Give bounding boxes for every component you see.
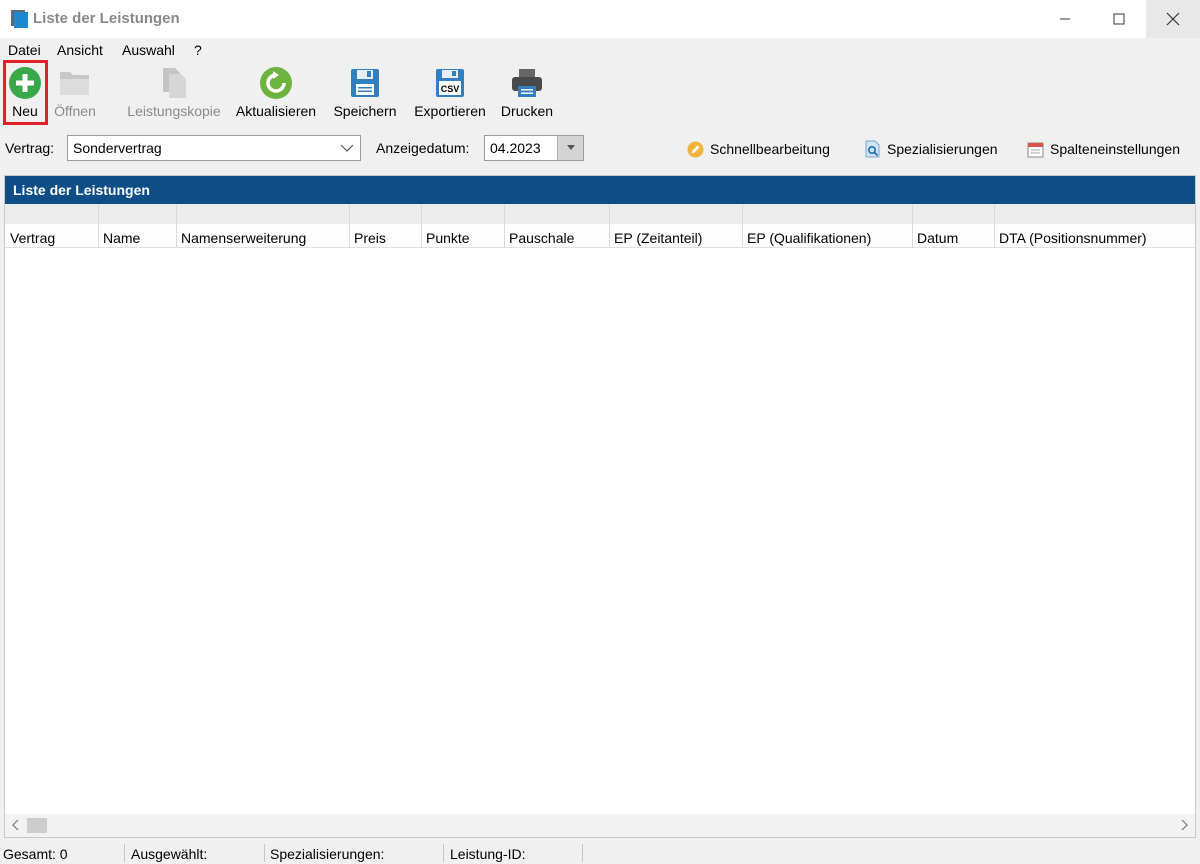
- menu-auswahl[interactable]: Auswahl: [122, 42, 175, 58]
- menu-help[interactable]: ?: [194, 42, 202, 58]
- menu-ansicht[interactable]: Ansicht: [57, 42, 103, 58]
- panel-title: Liste der Leistungen: [5, 176, 1195, 204]
- date-dropdown-button[interactable]: [557, 136, 583, 160]
- filter-bar: Vertrag: Sondervertrag Anzeigedatum: 04.…: [0, 132, 1200, 164]
- horizontal-scrollbar[interactable]: [5, 814, 1195, 837]
- specializations-label: Spezialisierungen: [887, 141, 998, 157]
- scroll-thumb[interactable]: [27, 818, 47, 833]
- refresh-icon: [260, 67, 292, 99]
- refresh-button[interactable]: Aktualisieren: [232, 62, 320, 126]
- menu-bar: Datei Ansicht Auswahl ?: [0, 38, 1200, 62]
- column-header-punkte[interactable]: Punkte: [426, 230, 470, 246]
- triangle-down-icon: [566, 145, 575, 150]
- services-panel: Liste der Leistungen Vertrag Name Namens…: [4, 175, 1196, 838]
- csv-icon: CSV: [436, 69, 464, 97]
- date-label: Anzeigedatum:: [376, 140, 470, 156]
- status-service-id: Leistung-ID:: [450, 846, 526, 862]
- column-separator[interactable]: [504, 204, 505, 248]
- quick-edit-button[interactable]: Schnellbearbeitung: [687, 139, 830, 159]
- search-document-icon: [865, 140, 880, 158]
- column-separator[interactable]: [98, 204, 99, 248]
- toolbar: Neu Öffnen Leistungskopie Aktualisieren …: [0, 62, 1200, 128]
- new-button-highlight: [3, 60, 48, 125]
- column-separator[interactable]: [912, 204, 913, 248]
- status-bar: Gesamt: 0 Ausgewählt: Spezialisierungen:…: [0, 840, 1200, 864]
- print-label: Drucken: [500, 103, 554, 119]
- column-header-pauschale[interactable]: Pauschale: [509, 230, 574, 246]
- specializations-button[interactable]: Spezialisierungen: [864, 139, 998, 159]
- scroll-right-icon[interactable]: [1179, 818, 1189, 832]
- column-header-preis[interactable]: Preis: [354, 230, 386, 246]
- column-header-namenserweiterung[interactable]: Namenserweiterung: [181, 230, 306, 246]
- window-title: Liste der Leistungen: [33, 10, 180, 27]
- column-header-vertrag[interactable]: Vertrag: [10, 230, 55, 246]
- column-separator[interactable]: [349, 204, 350, 248]
- open-button[interactable]: Öffnen: [50, 62, 100, 126]
- status-selected: Ausgewählt:: [131, 846, 208, 862]
- save-button[interactable]: Speichern: [330, 62, 400, 126]
- maximize-button[interactable]: [1092, 0, 1146, 38]
- export-button[interactable]: CSV Exportieren: [410, 62, 490, 126]
- app-icon: [11, 10, 28, 28]
- contract-select[interactable]: Sondervertrag: [67, 135, 361, 161]
- refresh-label: Aktualisieren: [235, 103, 317, 119]
- column-separator[interactable]: [609, 204, 610, 248]
- contract-value: Sondervertrag: [73, 140, 162, 156]
- contract-label: Vertrag:: [5, 140, 55, 156]
- pencil-icon: [687, 141, 704, 157]
- column-separator[interactable]: [176, 204, 177, 248]
- column-header-ep-zeitanteil[interactable]: EP (Zeitanteil): [614, 230, 702, 246]
- status-separator: [582, 844, 583, 862]
- status-separator: [443, 844, 444, 862]
- date-select[interactable]: 04.2023: [484, 135, 584, 161]
- status-separator: [264, 844, 265, 862]
- printer-icon: [512, 69, 542, 97]
- close-icon: [1166, 12, 1180, 26]
- copy-button[interactable]: Leistungskopie: [124, 62, 224, 126]
- copy-icon: [163, 68, 186, 98]
- minimize-button[interactable]: [1038, 0, 1092, 38]
- menu-datei[interactable]: Datei: [8, 42, 41, 58]
- svg-text:CSV: CSV: [441, 84, 460, 94]
- title-bar: Liste der Leistungen: [0, 0, 1200, 38]
- export-label: Exportieren: [414, 103, 486, 119]
- column-separator[interactable]: [742, 204, 743, 248]
- column-header-dta-positionsnummer[interactable]: DTA (Positionsnummer): [999, 230, 1147, 246]
- minimize-icon: [1060, 18, 1070, 20]
- status-total: Gesamt: 0: [3, 846, 68, 862]
- quick-edit-label: Schnellbearbeitung: [710, 141, 830, 157]
- maximize-icon: [1113, 13, 1125, 25]
- copy-label: Leistungskopie: [127, 103, 221, 119]
- save-label: Speichern: [333, 103, 397, 119]
- print-button[interactable]: Drucken: [498, 62, 556, 126]
- status-specializations: Spezialisierungen:: [270, 846, 385, 862]
- close-button[interactable]: [1146, 0, 1200, 38]
- floppy-icon: [351, 69, 379, 97]
- column-header-name[interactable]: Name: [103, 230, 140, 246]
- column-header-ep-qualifikationen[interactable]: EP (Qualifikationen): [747, 230, 871, 246]
- column-settings-button[interactable]: Spalteneinstellungen: [1027, 139, 1180, 159]
- status-separator: [124, 844, 125, 862]
- date-value: 04.2023: [490, 140, 541, 156]
- column-settings-label: Spalteneinstellungen: [1050, 141, 1180, 157]
- column-filter-row: [5, 204, 1195, 224]
- open-label: Öffnen: [54, 103, 96, 119]
- calendar-icon: [1027, 142, 1044, 157]
- column-separator[interactable]: [421, 204, 422, 248]
- scroll-left-icon[interactable]: [11, 818, 21, 832]
- folder-icon: [60, 72, 89, 95]
- column-header-datum[interactable]: Datum: [917, 230, 958, 246]
- column-separator[interactable]: [994, 204, 995, 248]
- chevron-down-icon: [340, 144, 354, 152]
